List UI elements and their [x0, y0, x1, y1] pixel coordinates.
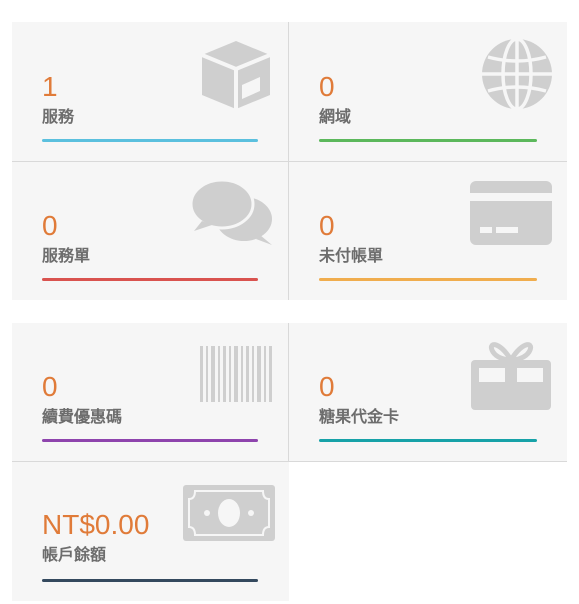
account-balance-accent-bar	[42, 579, 258, 582]
gift-cards-count: 0	[319, 371, 335, 402]
domains-tile[interactable]: 0 網域	[289, 22, 567, 161]
services-label: 服務	[42, 107, 75, 126]
account-balance-amount: NT$0.00	[42, 509, 150, 540]
row-divider-2	[12, 461, 567, 462]
services-count: 1	[42, 71, 58, 102]
gift-cards-tile[interactable]: 0 糖果代金卡	[289, 323, 567, 461]
services-tile[interactable]: 1 服務	[12, 22, 289, 161]
gift-cards-label: 糖果代金卡	[319, 407, 400, 426]
row-divider	[12, 161, 567, 162]
tickets-count: 0	[42, 210, 58, 241]
renewal-coupons-accent-bar	[42, 439, 258, 442]
gift-icon	[469, 338, 553, 417]
cube-icon	[198, 37, 274, 118]
unpaid-invoices-accent-bar	[319, 278, 537, 281]
barcode-icon	[200, 346, 274, 407]
renewal-coupons-count: 0	[42, 371, 58, 402]
account-balance-tile[interactable]: NT$0.00 帳戶餘額	[12, 461, 289, 601]
unpaid-invoices-tile[interactable]: 0 未付帳單	[289, 161, 567, 300]
column-divider-2	[288, 323, 289, 461]
renewal-coupons-tile[interactable]: 0 續費優惠碼	[12, 323, 289, 461]
credit-card-icon	[470, 181, 552, 250]
gift-cards-accent-bar	[319, 439, 537, 442]
banknote-icon	[183, 485, 275, 546]
globe-icon	[480, 37, 554, 116]
tickets-label: 服務單	[42, 246, 91, 265]
renewal-coupons-label: 續費優惠碼	[42, 407, 123, 426]
domains-label: 網域	[319, 107, 352, 126]
tickets-tile[interactable]: 0 服務單	[12, 161, 289, 300]
account-balance-label: 帳戶餘額	[42, 545, 107, 564]
tickets-accent-bar	[42, 278, 258, 281]
services-accent-bar	[42, 139, 258, 142]
column-divider	[288, 22, 289, 300]
domains-accent-bar	[319, 139, 537, 142]
unpaid-invoices-label: 未付帳單	[319, 246, 384, 265]
unpaid-invoices-count: 0	[319, 210, 335, 241]
chat-bubbles-icon	[189, 178, 276, 252]
domains-count: 0	[319, 71, 335, 102]
